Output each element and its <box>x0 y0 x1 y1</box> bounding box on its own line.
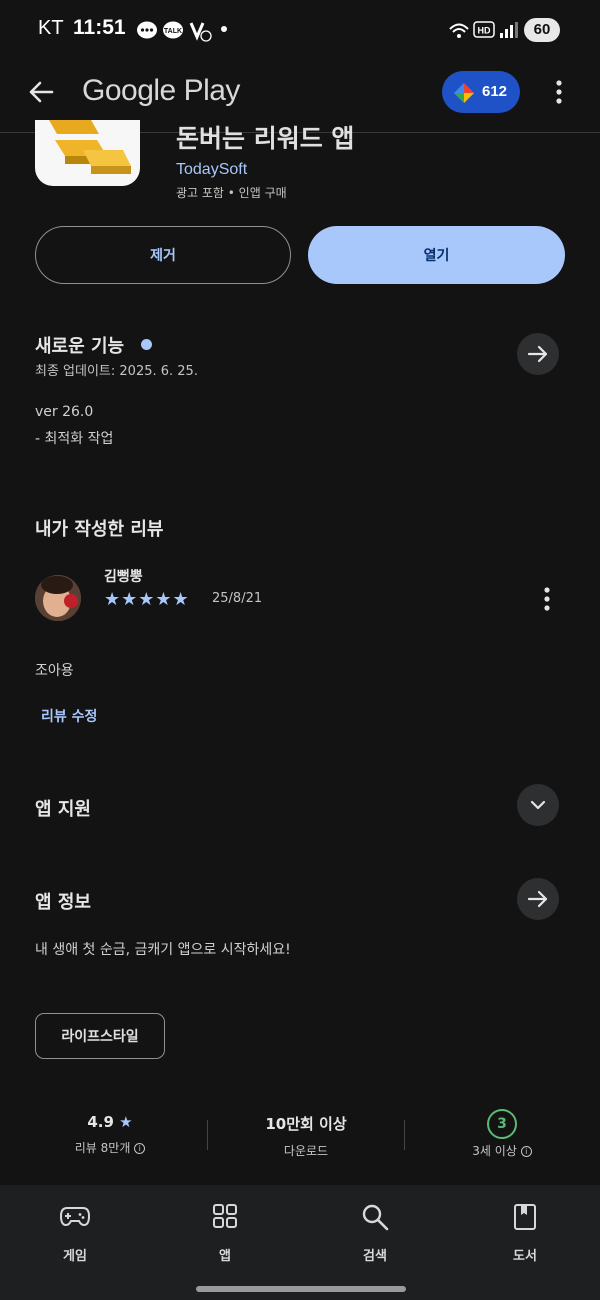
play-points-count: 612 <box>482 83 508 100</box>
carrier-label: KT <box>38 17 64 39</box>
system-icons: HD <box>449 21 518 38</box>
uninstall-button[interactable]: 제거 <box>35 226 291 284</box>
stat-divider <box>207 1120 208 1150</box>
arrow-right-icon <box>527 890 548 908</box>
rating-number: 4.9 <box>87 1113 114 1131</box>
nav-books[interactable]: 도서 <box>485 1203 565 1264</box>
arrow-right-icon <box>527 345 548 363</box>
new-indicator-dot <box>141 339 152 350</box>
app-title: 돈버는 리워드 앱 <box>176 124 355 152</box>
age-rating-row: 3세 이상 i <box>422 1142 582 1159</box>
reviews-count-row: 리뷰 8만개 i <box>30 1139 190 1156</box>
back-arrow-icon[interactable] <box>27 78 55 106</box>
app-support-title: 앱 지원 <box>35 799 91 820</box>
review-text: 조아용 <box>35 663 74 679</box>
nav-apps[interactable]: 앱 <box>185 1203 265 1264</box>
play-points-badge[interactable]: 612 <box>442 71 520 113</box>
release-notes: - 최적화 작업 <box>35 431 114 447</box>
review-stars: ★★★★★ <box>104 589 190 610</box>
info-icon[interactable]: i <box>134 1143 146 1154</box>
app-description: 내 생애 첫 순금, 금캐기 앱으로 시작하세요! <box>35 942 291 958</box>
signal-icon <box>500 22 518 38</box>
reviews-count: 리뷰 8만개 <box>74 1141 131 1155</box>
svg-text:TALK: TALK <box>164 28 182 35</box>
review-date: 25/8/21 <box>212 591 263 606</box>
downloads-stat: 10만회 이상 다운로드 <box>226 1113 386 1159</box>
chat-bubble-icon <box>137 21 157 39</box>
edit-review-link[interactable]: 리뷰 수정 <box>41 706 97 726</box>
gold-bars-icon <box>49 120 131 174</box>
last-updated: 최종 업데이트: 2025. 6. 25. <box>35 364 198 379</box>
downloads-value: 10만회 이상 <box>265 1115 347 1133</box>
nav-games[interactable]: 게임 <box>35 1203 115 1264</box>
talk-icon: TALK <box>163 21 183 39</box>
stat-divider <box>404 1120 405 1150</box>
review-more-icon[interactable] <box>541 586 553 612</box>
status-bar: KT 11:51 TALK HD 60 <box>0 0 600 60</box>
battery-indicator: 60 <box>524 18 560 42</box>
app-meta: 광고 포함 • 인앱 구매 <box>176 186 287 200</box>
about-arrow-button[interactable] <box>517 878 559 920</box>
age-rating-label: 3세 이상 <box>472 1144 517 1158</box>
svg-text:HD: HD <box>478 26 491 36</box>
vpn-icon <box>189 22 212 42</box>
search-icon <box>362 1204 389 1231</box>
clock: 11:51 <box>73 16 126 39</box>
about-title: 앱 정보 <box>35 892 91 913</box>
nav-search-label: 검색 <box>363 1249 387 1264</box>
nav-apps-label: 앱 <box>219 1249 231 1264</box>
avatar-image <box>35 575 81 621</box>
nav-games-label: 게임 <box>63 1249 87 1264</box>
age-rating-badge: 3 <box>487 1109 517 1139</box>
gesture-home-bar[interactable] <box>196 1286 406 1292</box>
downloads-label: 다운로드 <box>283 1144 329 1158</box>
nav-search[interactable]: 검색 <box>335 1203 415 1264</box>
rating-stat: 4.9 ★ 리뷰 8만개 i <box>30 1113 190 1156</box>
star-icon: ★ <box>113 1113 133 1131</box>
play-points-icon <box>454 83 474 103</box>
notification-icons: TALK <box>137 21 212 42</box>
app-icon <box>35 120 140 186</box>
whats-new-title: 새로운 기능 <box>35 336 125 357</box>
apps-grid-icon <box>213 1204 237 1228</box>
avatar <box>35 575 81 621</box>
chevron-down-icon <box>530 800 546 810</box>
more-notifications-dot <box>221 26 227 32</box>
bottom-navigation: 게임 앱 검색 도서 <box>0 1185 600 1300</box>
hd-icon: HD <box>473 21 495 38</box>
open-button[interactable]: 열기 <box>308 226 565 284</box>
store-title: Google Play <box>82 74 240 107</box>
wifi-icon <box>449 23 469 38</box>
rating-value: 4.9 ★ <box>30 1113 190 1131</box>
more-options-icon[interactable] <box>553 79 565 105</box>
reviewer-name: 김뻥뿡 <box>104 569 143 585</box>
book-icon <box>514 1204 536 1230</box>
gamepad-icon <box>59 1207 91 1227</box>
category-chip[interactable]: 라이프스타일 <box>35 1013 165 1059</box>
whats-new-arrow-button[interactable] <box>517 333 559 375</box>
my-review-title: 내가 작성한 리뷰 <box>35 519 164 540</box>
version-text: ver 26.0 <box>35 404 94 420</box>
info-icon[interactable]: i <box>520 1146 532 1157</box>
app-support-expand-button[interactable] <box>517 784 559 826</box>
developer-link[interactable]: TodaySoft <box>176 161 247 179</box>
nav-books-label: 도서 <box>513 1249 537 1264</box>
